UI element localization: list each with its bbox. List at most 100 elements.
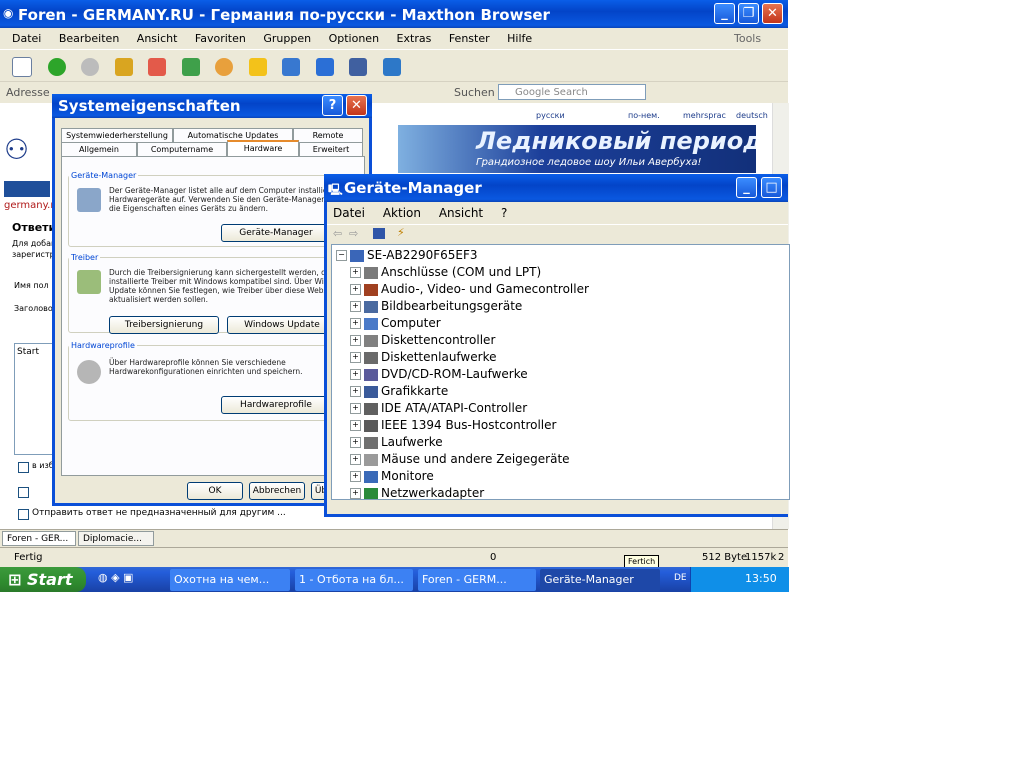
favorites-star-icon[interactable] xyxy=(248,58,267,76)
lang-link-multi[interactable]: mehrsprac xyxy=(683,111,726,120)
menu-favoriten[interactable]: Favoriten xyxy=(195,32,246,45)
devmgr-menu-ansicht[interactable]: Ansicht xyxy=(439,206,483,220)
sysprops-close-button[interactable]: ✕ xyxy=(346,95,367,116)
lang-link-nem[interactable]: по-нем. xyxy=(628,111,660,120)
task-foren[interactable]: Foren - GERM... xyxy=(418,569,536,591)
expand-icon[interactable]: + xyxy=(350,488,361,499)
tab-diplomacie[interactable]: Diplomacie... xyxy=(78,531,154,546)
tree-item[interactable]: + Computer xyxy=(350,315,441,332)
driver-signing-button[interactable]: Treibersignierung xyxy=(109,316,219,334)
history-icon[interactable] xyxy=(282,58,300,76)
other-reply-checkbox[interactable] xyxy=(18,509,29,520)
tree-item[interactable]: + Diskettencontroller xyxy=(350,332,495,349)
task-otbota[interactable]: 1 - Отбота на бл... xyxy=(295,569,413,591)
tab-remote[interactable]: Remote xyxy=(293,128,363,142)
expand-icon[interactable]: + xyxy=(350,403,361,414)
ok-button[interactable]: OK xyxy=(187,482,243,500)
close-button[interactable]: ✕ xyxy=(762,3,783,24)
search-input[interactable]: Google Search xyxy=(498,84,646,100)
tree-item[interactable]: + Mäuse und andere Zeigegeräte xyxy=(350,451,570,468)
expand-icon[interactable]: + xyxy=(350,420,361,431)
tree-item[interactable]: + Netzwerkadapter xyxy=(350,485,484,499)
menu-optionen[interactable]: Optionen xyxy=(329,32,379,45)
minimize-button[interactable]: _ xyxy=(714,3,735,24)
email-reply-checkbox[interactable] xyxy=(18,487,29,498)
collapse-icon[interactable]: − xyxy=(336,250,347,261)
home-icon[interactable] xyxy=(215,58,233,76)
stop-icon[interactable] xyxy=(148,58,166,76)
expand-icon[interactable]: + xyxy=(350,318,361,329)
tab-erweitert[interactable]: Erweitert xyxy=(299,142,363,156)
undo-icon[interactable] xyxy=(315,58,334,76)
tree-root[interactable]: − SE-AB2290F65EF3 xyxy=(336,247,478,264)
cancel-button[interactable]: Abbrechen xyxy=(249,482,305,500)
expand-icon[interactable]: + xyxy=(350,301,361,312)
devmgr-properties-icon[interactable] xyxy=(373,228,385,239)
devmgr-app-icon: 🖳 xyxy=(328,183,343,196)
tab-foren[interactable]: Foren - GER... xyxy=(2,531,76,546)
expand-icon[interactable]: + xyxy=(350,471,361,482)
task-geraete-manager[interactable]: Geräte-Manager xyxy=(540,569,660,591)
tree-item[interactable]: + Bildbearbeitungsgeräte xyxy=(350,298,522,315)
tree-item[interactable]: + Diskettenlaufwerke xyxy=(350,349,496,366)
windows-update-button[interactable]: Windows Update xyxy=(227,316,337,334)
lang-link-ru[interactable]: русски xyxy=(536,111,565,120)
ad-banner[interactable]: Ледниковый период Грандиозное ледовое шо… xyxy=(398,125,756,173)
devmgr-menu-help[interactable]: ? xyxy=(501,206,507,220)
tab-allgemein[interactable]: Allgemein xyxy=(61,142,137,156)
columns-icon[interactable] xyxy=(349,58,367,76)
expand-icon[interactable]: + xyxy=(350,284,361,295)
message-text: Start xyxy=(17,347,39,357)
new-page-icon[interactable] xyxy=(12,57,32,77)
expand-icon[interactable]: + xyxy=(350,267,361,278)
back-icon[interactable] xyxy=(47,58,66,76)
devmgr-menu-aktion[interactable]: Aktion xyxy=(383,206,421,220)
menu-extras[interactable]: Extras xyxy=(397,32,432,45)
expand-icon[interactable]: + xyxy=(350,352,361,363)
tree-item[interactable]: + IEEE 1394 Bus-Hostcontroller xyxy=(350,417,556,434)
forward-icon[interactable] xyxy=(81,58,99,76)
tab-systemwiederherstellung[interactable]: Systemwiederherstellung xyxy=(61,128,173,142)
devmgr-back-icon[interactable]: ⇦ xyxy=(333,227,342,240)
devmgr-minimize-button[interactable]: _ xyxy=(736,177,757,198)
tree-item[interactable]: + Audio-, Video- und Gamecontroller xyxy=(350,281,589,298)
menu-fenster[interactable]: Fenster xyxy=(449,32,490,45)
tools-menu[interactable]: Tools xyxy=(734,28,761,49)
menu-bearbeiten[interactable]: Bearbeiten xyxy=(59,32,119,45)
start-button[interactable]: ⊞ Start xyxy=(0,567,86,592)
menu-hilfe[interactable]: Hilfe xyxy=(507,32,532,45)
devmgr-menu-datei[interactable]: Datei xyxy=(333,206,365,220)
message-textarea[interactable]: Start xyxy=(14,343,54,455)
expand-icon[interactable]: + xyxy=(350,437,361,448)
expand-icon[interactable]: + xyxy=(350,335,361,346)
panel-icon[interactable] xyxy=(382,58,401,76)
expand-icon[interactable]: + xyxy=(350,369,361,380)
tab-computername[interactable]: Computername xyxy=(137,142,227,156)
tree-item[interactable]: + Monitore xyxy=(350,468,434,485)
tree-item[interactable]: + Grafikkarte xyxy=(350,383,448,400)
tab-hardware[interactable]: Hardware xyxy=(227,140,299,156)
expand-icon[interactable]: + xyxy=(350,454,361,465)
tree-item[interactable]: + Laufwerke xyxy=(350,434,443,451)
tree-item[interactable]: + Anschlüsse (COM und LPT) xyxy=(350,264,541,281)
task-ohota[interactable]: Охотна на чем... xyxy=(170,569,290,591)
lang-link-de[interactable]: deutsch xyxy=(736,111,768,120)
devmgr-maximize-button[interactable]: □ xyxy=(761,177,782,198)
menu-gruppen[interactable]: Gruppen xyxy=(263,32,311,45)
menu-datei[interactable]: Datei xyxy=(12,32,41,45)
maximize-button[interactable]: ❐ xyxy=(738,3,759,24)
devmgr-forward-icon[interactable]: ⇨ xyxy=(349,227,358,240)
quicklaunch-icons[interactable]: ◍ ◈ ▣ xyxy=(98,571,133,584)
tray-lang[interactable]: DE xyxy=(674,573,687,583)
devmgr-scan-icon[interactable]: ⚡ xyxy=(397,226,405,239)
favorites-checkbox[interactable] xyxy=(18,462,29,473)
device-manager-button[interactable]: Geräte-Manager xyxy=(221,224,331,242)
hardware-profiles-button[interactable]: Hardwareprofile xyxy=(221,396,331,414)
sysprops-help-button[interactable]: ? xyxy=(322,95,343,116)
refresh-icon[interactable] xyxy=(181,58,200,76)
expand-icon[interactable]: + xyxy=(350,386,361,397)
tree-item[interactable]: + IDE ATA/ATAPI-Controller xyxy=(350,400,527,417)
menu-ansicht[interactable]: Ansicht xyxy=(137,32,178,45)
go-icon[interactable] xyxy=(114,58,133,76)
tree-item[interactable]: + DVD/CD-ROM-Laufwerke xyxy=(350,366,528,383)
